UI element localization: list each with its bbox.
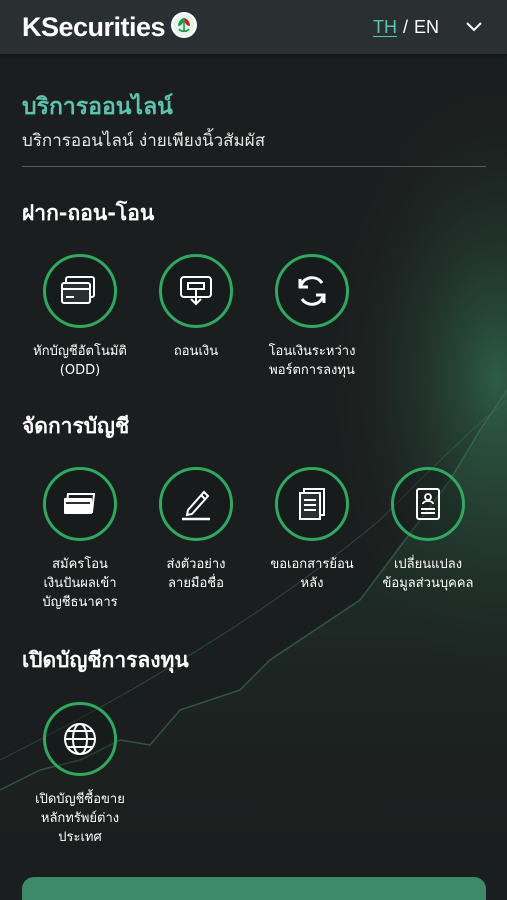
service-signature-sample-label: ส่งตัวอย่าง ลายมือชื่อ bbox=[166, 557, 226, 591]
bottom-action-bar[interactable] bbox=[22, 877, 486, 900]
globe-icon bbox=[43, 702, 117, 776]
service-withdraw-label: ถอนเงิน bbox=[173, 344, 219, 359]
card-icon bbox=[43, 254, 117, 328]
withdraw-icon bbox=[159, 254, 233, 328]
service-portfolio-transfer[interactable]: โอนเงินระหว่าง พอร์ตการลงทุน bbox=[254, 254, 370, 380]
lang-separator: / bbox=[402, 16, 408, 37]
lang-th-link[interactable]: TH bbox=[373, 17, 397, 38]
service-signature-sample[interactable]: ส่งตัวอย่าง ลายมือชื่อ bbox=[138, 467, 254, 593]
transfer-icon bbox=[275, 254, 349, 328]
service-portfolio-transfer-label: โอนเงินระหว่าง พอร์ตการลงทุน bbox=[268, 344, 356, 378]
top-header: KSecurities TH / EN bbox=[0, 0, 507, 54]
service-update-personal-info[interactable]: เปลี่ยนแปลง ข้อมูลส่วนบุคคล bbox=[370, 467, 486, 593]
service-withdraw[interactable]: ถอนเงิน bbox=[138, 254, 254, 361]
documents-icon bbox=[275, 467, 349, 541]
signature-pen-icon bbox=[159, 467, 233, 541]
service-update-personal-info-label: เปลี่ยนแปลง ข้อมูลส่วนบุคคล bbox=[382, 557, 474, 591]
lang-en-link[interactable]: EN bbox=[414, 17, 439, 38]
section-title-deposit-withdraw-transfer: ฝาก-ถอน-โอน bbox=[22, 201, 155, 225]
service-request-documents[interactable]: ขอเอกสารย้อน หลัง bbox=[254, 467, 370, 593]
page-title: บริการออนไลน์ bbox=[22, 94, 173, 120]
bank-card-icon bbox=[43, 467, 117, 541]
brand-name: KSecurities bbox=[22, 11, 166, 42]
brand-logo[interactable]: KSecurities bbox=[22, 10, 199, 44]
section-title-account-management: จัดการบัญชี bbox=[22, 414, 130, 438]
service-dividend-bank-label: สมัครโอน เงินปันผลเข้า บัญชีธนาคาร bbox=[42, 557, 118, 610]
chevron-down-icon[interactable] bbox=[465, 21, 483, 33]
service-request-documents-label: ขอเอกสารย้อน หลัง bbox=[270, 557, 354, 591]
service-odd[interactable]: หักบัญชีอัตโนมัติ (ODD) bbox=[22, 254, 138, 380]
service-odd-label: หักบัญชีอัตโนมัติ (ODD) bbox=[33, 344, 127, 378]
divider bbox=[22, 166, 486, 167]
service-dividend-bank[interactable]: สมัครโอน เงินปันผลเข้า บัญชีธนาคาร bbox=[22, 467, 138, 612]
service-foreign-securities-account[interactable]: เปิดบัญชีซื้อขาย หลักทรัพย์ต่าง ประเทศ bbox=[22, 702, 138, 847]
page-subtitle: บริการออนไลน์ ง่ายเพียงนิ้วสัมผัส bbox=[22, 131, 266, 151]
service-foreign-securities-account-label: เปิดบัญชีซื้อขาย หลักทรัพย์ต่าง ประเทศ bbox=[35, 792, 125, 845]
kbank-leaf-icon bbox=[169, 10, 199, 44]
language-switcher: TH / EN bbox=[373, 17, 483, 38]
section-title-open-investment-account: เปิดบัญชีการลงทุน bbox=[22, 648, 189, 672]
profile-card-icon bbox=[391, 467, 465, 541]
